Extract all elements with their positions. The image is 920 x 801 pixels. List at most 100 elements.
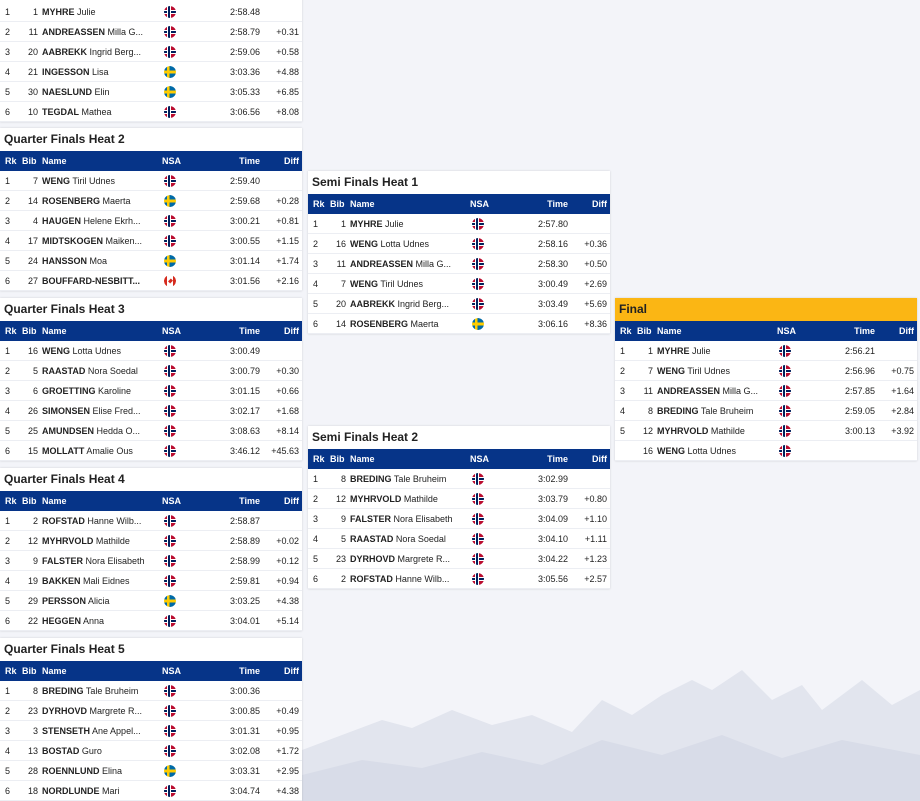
table-row[interactable]: 6 2 ROFSTAD Hanne Wilb... 3:05.56 +2.57	[308, 569, 610, 589]
athlete-name-cell[interactable]: MYHRVOLD Mathilde	[657, 421, 774, 441]
table-row[interactable]: 1 1 MYHRE Julie 2:56.21	[615, 341, 917, 361]
athlete-name-cell[interactable]: GROETTING Karoline	[42, 381, 159, 401]
table-row[interactable]: 5 12 MYHRVOLD Mathilde 3:00.13 +3.92	[615, 421, 917, 441]
table-row[interactable]: 1 1 MYHRE Julie 2:57.80	[308, 214, 610, 234]
diff-cell: +0.94	[276, 576, 299, 586]
table-row[interactable]: 5 25 AMUNDSEN Hedda O... 3:08.63 +8.14	[0, 421, 302, 441]
athlete-name-cell[interactable]: ROFSTAD Hanne Wilb...	[42, 511, 159, 531]
athlete-name-cell[interactable]: ROSENBERG Maerta	[42, 191, 159, 211]
athlete-name-cell[interactable]: ANDREASSEN Milla G...	[350, 254, 467, 274]
table-row[interactable]: 4 7 WENG Tiril Udnes 3:00.49 +2.69	[308, 274, 610, 294]
table-row[interactable]: 2 11 ANDREASSEN Milla G... 2:58.79 +0.31	[0, 22, 302, 42]
athlete-name-cell[interactable]: ROSENBERG Maerta	[350, 314, 467, 334]
table-row[interactable]: 1 1 MYHRE Julie 2:58.48	[0, 2, 302, 22]
table-row[interactable]: 2 12 MYHRVOLD Mathilde 3:03.79 +0.80	[308, 489, 610, 509]
table-row[interactable]: 3 11 ANDREASSEN Milla G... 2:57.85 +1.64	[615, 381, 917, 401]
athlete-name-cell[interactable]: FALSTER Nora Elisabeth	[42, 551, 159, 571]
table-row[interactable]: 2 12 MYHRVOLD Mathilde 2:58.89 +0.02	[0, 531, 302, 551]
table-row[interactable]: 4 17 MIDTSKOGEN Maiken... 3:00.55 +1.15	[0, 231, 302, 251]
athlete-name-cell[interactable]: MOLLATT Amalie Ous	[42, 441, 159, 461]
table-row[interactable]: 1 16 WENG Lotta Udnes 3:00.49	[0, 341, 302, 361]
athlete-name-cell[interactable]: MYHRVOLD Mathilde	[42, 531, 159, 551]
athlete-name-cell[interactable]: SIMONSEN Elise Fred...	[42, 401, 159, 421]
table-row[interactable]: 3 4 HAUGEN Helene Ekrh... 3:00.21 +0.81	[0, 211, 302, 231]
table-row[interactable]: 4 13 BOSTAD Guro 3:02.08 +1.72	[0, 741, 302, 761]
table-row[interactable]: 2 14 ROSENBERG Maerta 2:59.68 +0.28	[0, 191, 302, 211]
table-row[interactable]: 2 23 DYRHOVD Margrete R... 3:00.85 +0.49	[0, 701, 302, 721]
table-row[interactable]: 16 WENG Lotta Udnes	[615, 441, 917, 461]
athlete-name-cell[interactable]: WENG Lotta Udnes	[42, 341, 159, 361]
table-row[interactable]: 4 19 BAKKEN Mali Eidnes 2:59.81 +0.94	[0, 571, 302, 591]
table-row[interactable]: 5 20 AABREKK Ingrid Berg... 3:03.49 +5.69	[308, 294, 610, 314]
athlete-name-cell[interactable]: HAUGEN Helene Ekrh...	[42, 211, 159, 231]
table-row[interactable]: 6 22 HEGGEN Anna 3:04.01 +5.14	[0, 611, 302, 631]
athlete-name-cell[interactable]: INGESSON Lisa	[42, 62, 159, 82]
athlete-name-cell[interactable]: DYRHOVD Margrete R...	[350, 549, 467, 569]
athlete-name-cell[interactable]: MYHRE Julie	[42, 2, 159, 22]
athlete-name-cell[interactable]: BREDING Tale Bruheim	[42, 681, 159, 701]
athlete-name-cell[interactable]: WENG Lotta Udnes	[657, 441, 774, 461]
athlete-name-cell[interactable]: ANDREASSEN Milla G...	[657, 381, 774, 401]
table-row[interactable]: 4 26 SIMONSEN Elise Fred... 3:02.17 +1.68	[0, 401, 302, 421]
athlete-name-cell[interactable]: AABREKK Ingrid Berg...	[42, 42, 159, 62]
table-row[interactable]: 3 9 FALSTER Nora Elisabeth 3:04.09 +1.10	[308, 509, 610, 529]
table-row[interactable]: 6 27 BOUFFARD-NESBITT... 3:01.56 +2.16	[0, 271, 302, 291]
table-row[interactable]: 4 21 INGESSON Lisa 3:03.36 +4.88	[0, 62, 302, 82]
athlete-name-cell[interactable]: ROENNLUND Elina	[42, 761, 159, 781]
table-row[interactable]: 6 10 TEGDAL Mathea 3:06.56 +8.08	[0, 102, 302, 122]
athlete-name-cell[interactable]: MIDTSKOGEN Maiken...	[42, 231, 159, 251]
athlete-name-cell[interactable]: BREDING Tale Bruheim	[350, 469, 467, 489]
athlete-name-cell[interactable]: BAKKEN Mali Eidnes	[42, 571, 159, 591]
athlete-name-cell[interactable]: AABREKK Ingrid Berg...	[350, 294, 467, 314]
athlete-name-cell[interactable]: ROFSTAD Hanne Wilb...	[350, 569, 467, 589]
athlete-name-cell[interactable]: MYHRE Julie	[350, 214, 467, 234]
flag-icon	[472, 278, 484, 290]
time-cell: 3:00.49	[537, 279, 568, 289]
table-row[interactable]: 2 5 RAASTAD Nora Soedal 3:00.79 +0.30	[0, 361, 302, 381]
athlete-name-cell[interactable]: WENG Tiril Udnes	[657, 361, 774, 381]
athlete-name-cell[interactable]: WENG Tiril Udnes	[350, 274, 467, 294]
table-row[interactable]: 6 14 ROSENBERG Maerta 3:06.16 +8.36	[308, 314, 610, 334]
table-row[interactable]: 2 7 WENG Tiril Udnes 2:56.96 +0.75	[615, 361, 917, 381]
table-row[interactable]: 6 15 MOLLATT Amalie Ous 3:46.12 +45.63	[0, 441, 302, 461]
table-row[interactable]: 1 8 BREDING Tale Bruheim 3:00.36	[0, 681, 302, 701]
table-row[interactable]: 5 30 NAESLUND Elin 3:05.33 +6.85	[0, 82, 302, 102]
table-row[interactable]: 3 20 AABREKK Ingrid Berg... 2:59.06 +0.58	[0, 42, 302, 62]
table-row[interactable]: 1 2 ROFSTAD Hanne Wilb... 2:58.87	[0, 511, 302, 531]
table-row[interactable]: 5 29 PERSSON Alicia 3:03.25 +4.38	[0, 591, 302, 611]
athlete-name-cell[interactable]: ANDREASSEN Milla G...	[42, 22, 159, 42]
athlete-name-cell[interactable]: PERSSON Alicia	[42, 591, 159, 611]
table-row[interactable]: 3 6 GROETTING Karoline 3:01.15 +0.66	[0, 381, 302, 401]
athlete-name-cell[interactable]: FALSTER Nora Elisabeth	[350, 509, 467, 529]
athlete-name-cell[interactable]: MYHRVOLD Mathilde	[350, 489, 467, 509]
athlete-name-cell[interactable]: RAASTAD Nora Soedal	[350, 529, 467, 549]
table-row[interactable]: 3 9 FALSTER Nora Elisabeth 2:58.99 +0.12	[0, 551, 302, 571]
athlete-name-cell[interactable]: TEGDAL Mathea	[42, 102, 159, 122]
athlete-name-cell[interactable]: HEGGEN Anna	[42, 611, 159, 631]
table-row[interactable]: 4 8 BREDING Tale Bruheim 2:59.05 +2.84	[615, 401, 917, 421]
table-row[interactable]: 6 18 NORDLUNDE Mari 3:04.74 +4.38	[0, 781, 302, 801]
table-row[interactable]: 5 23 DYRHOVD Margrete R... 3:04.22 +1.23	[308, 549, 610, 569]
table-row[interactable]: 3 11 ANDREASSEN Milla G... 2:58.30 +0.50	[308, 254, 610, 274]
athlete-name-cell[interactable]: DYRHOVD Margrete R...	[42, 701, 159, 721]
table-row[interactable]: 5 24 HANSSON Moa 3:01.14 +1.74	[0, 251, 302, 271]
athlete-name-cell[interactable]: MYHRE Julie	[657, 341, 774, 361]
athlete-name-cell[interactable]: WENG Lotta Udnes	[350, 234, 467, 254]
athlete-name-cell[interactable]: BOSTAD Guro	[42, 741, 159, 761]
athlete-name-cell[interactable]: AMUNDSEN Hedda O...	[42, 421, 159, 441]
athlete-name-cell[interactable]: STENSETH Ane Appel...	[42, 721, 159, 741]
athlete-name-cell[interactable]: RAASTAD Nora Soedal	[42, 361, 159, 381]
table-row[interactable]: 1 7 WENG Tiril Udnes 2:59.40	[0, 171, 302, 191]
athlete-name-cell[interactable]: BREDING Tale Bruheim	[657, 401, 774, 421]
athlete-name-cell[interactable]: NORDLUNDE Mari	[42, 781, 159, 801]
athlete-name-cell[interactable]: BOUFFARD-NESBITT...	[42, 271, 159, 291]
athlete-name-cell[interactable]: NAESLUND Elin	[42, 82, 159, 102]
table-row[interactable]: 2 16 WENG Lotta Udnes 2:58.16 +0.36	[308, 234, 610, 254]
athlete-name-cell[interactable]: HANSSON Moa	[42, 251, 159, 271]
athlete-name-cell[interactable]: WENG Tiril Udnes	[42, 171, 159, 191]
swe-flag-icon	[164, 595, 176, 607]
table-row[interactable]: 5 28 ROENNLUND Elina 3:03.31 +2.95	[0, 761, 302, 781]
table-row[interactable]: 3 3 STENSETH Ane Appel... 3:01.31 +0.95	[0, 721, 302, 741]
table-row[interactable]: 1 8 BREDING Tale Bruheim 3:02.99	[308, 469, 610, 489]
table-row[interactable]: 4 5 RAASTAD Nora Soedal 3:04.10 +1.11	[308, 529, 610, 549]
